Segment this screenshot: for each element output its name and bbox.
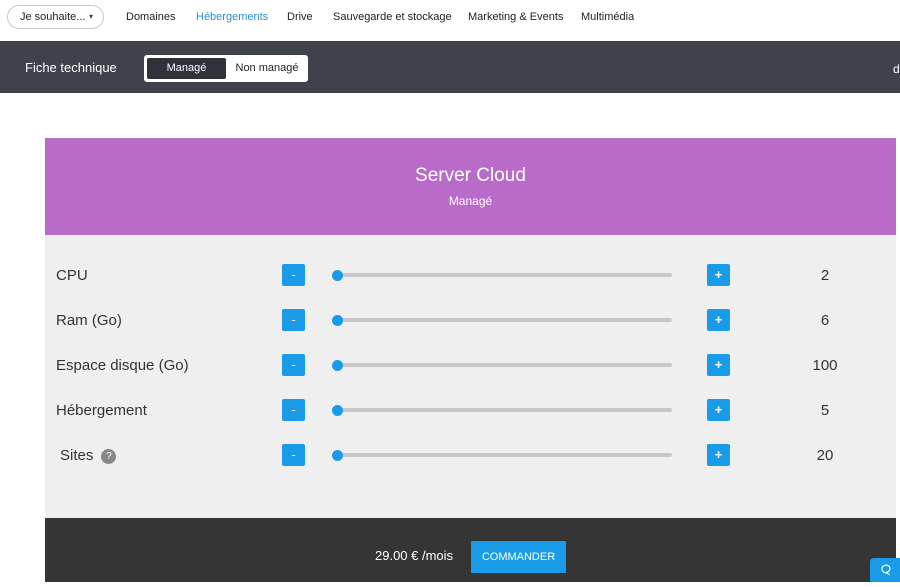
subnav-truncated-text: d (893, 62, 900, 76)
config-label-text: Sites (60, 447, 94, 464)
config-label: Ram (Go) (56, 312, 122, 329)
slider-track[interactable] (332, 315, 672, 326)
toggle-option-managed[interactable]: Managé (147, 58, 226, 79)
intent-dropdown-label: Je souhaite... (20, 11, 86, 23)
slider-thumb[interactable] (332, 270, 343, 281)
slider-track[interactable] (332, 360, 672, 371)
chat-button[interactable] (870, 558, 900, 582)
config-row-hosting: Hébergement - + 5 (45, 399, 896, 423)
chevron-down-icon: ▾ (88, 12, 93, 21)
nav-link-marketing[interactable]: Marketing & Events (468, 11, 563, 23)
decrement-button[interactable]: - (282, 264, 305, 286)
question-icon[interactable]: ? (101, 449, 117, 464)
config-label: CPU (56, 267, 88, 284)
slider-thumb[interactable] (332, 405, 343, 416)
nav-link-domaines[interactable]: Domaines (126, 11, 176, 23)
config-label: Sites? (60, 447, 117, 464)
config-row-sites: Sites? - + 20 (45, 444, 896, 468)
slider-track[interactable] (332, 270, 672, 281)
decrement-button[interactable]: - (282, 444, 305, 466)
monthly-price: 29.00 € /mois (375, 548, 454, 563)
nav-link-hebergements[interactable]: Hébergements (196, 11, 268, 23)
config-value: 20 (816, 447, 834, 464)
slider-thumb[interactable] (332, 450, 343, 461)
config-row-ram: Ram (Go) - + 6 (45, 309, 896, 333)
config-row-disk: Espace disque (Go) - + 100 (45, 354, 896, 378)
slider-track[interactable] (332, 450, 672, 461)
managed-toggle: Managé Non managé (144, 55, 308, 82)
intent-dropdown[interactable]: Je souhaite... ▾ (7, 5, 104, 29)
product-title: Server Cloud (415, 165, 526, 186)
top-navigation: Je souhaite... ▾ Domaines Hébergements D… (0, 0, 900, 41)
chat-bubble-icon (881, 564, 891, 576)
toggle-option-unmanaged[interactable]: Non managé (230, 58, 304, 79)
slider-thumb[interactable] (332, 360, 343, 371)
increment-button[interactable]: + (707, 444, 730, 466)
order-footer: 29.00 € /mois COMMANDER (45, 518, 896, 582)
slider-track[interactable] (332, 405, 672, 416)
config-value: 2 (820, 267, 830, 284)
decrement-button[interactable]: - (282, 354, 305, 376)
decrement-button[interactable]: - (282, 309, 305, 331)
product-card-header: Server Cloud Managé (45, 138, 896, 235)
increment-button[interactable]: + (707, 354, 730, 376)
increment-button[interactable]: + (707, 399, 730, 421)
increment-button[interactable]: + (707, 309, 730, 331)
config-value: 6 (820, 312, 830, 329)
product-subtitle: Managé (448, 194, 493, 208)
slider-thumb[interactable] (332, 315, 343, 326)
nav-link-drive[interactable]: Drive (287, 11, 313, 23)
increment-button[interactable]: + (707, 264, 730, 286)
decrement-button[interactable]: - (282, 399, 305, 421)
config-label: Hébergement (56, 402, 147, 419)
tech-sheet-link[interactable]: Fiche technique (25, 60, 117, 75)
nav-link-multimedia[interactable]: Multimédia (581, 11, 634, 23)
nav-link-sauvegarde[interactable]: Sauvegarde et stockage (333, 11, 452, 23)
config-row-cpu: CPU - + 2 (45, 264, 896, 288)
configurator-panel: CPU - + 2 Ram (Go) - + 6 Espace disque (… (45, 235, 896, 518)
config-value: 100 (812, 357, 838, 374)
config-value: 5 (820, 402, 830, 419)
order-button[interactable]: COMMANDER (471, 541, 566, 573)
config-label: Espace disque (Go) (56, 357, 189, 374)
product-subnav: Fiche technique Managé Non managé d (0, 41, 900, 93)
